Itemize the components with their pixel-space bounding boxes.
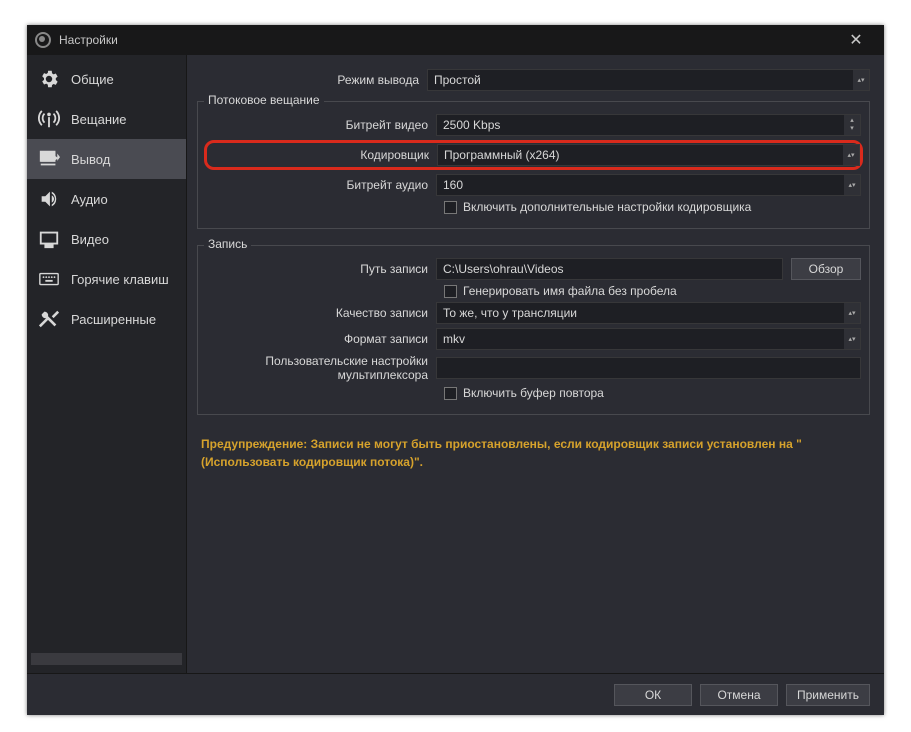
sidebar-item-stream[interactable]: Вещание bbox=[27, 99, 186, 139]
chevron-icon: ▴▾ bbox=[853, 70, 869, 90]
encoder-row-highlighted: Кодировщик Программный (x264) ▴▾ bbox=[204, 140, 863, 170]
advanced-encoder-checkbox-row[interactable]: Включить дополнительные настройки кодиро… bbox=[444, 200, 861, 214]
muxer-label: Пользовательские настройки мультиплексор… bbox=[206, 354, 436, 382]
dialog-footer: ОК Отмена Применить bbox=[27, 673, 884, 715]
encoder-label: Кодировщик bbox=[207, 148, 437, 162]
encoder-select[interactable]: Программный (x264) ▴▾ bbox=[437, 144, 860, 166]
warning-text: Предупреждение: Записи не могут быть при… bbox=[197, 425, 870, 481]
sidebar-item-label: Аудио bbox=[71, 192, 108, 207]
recording-quality-select[interactable]: То же, что у трансляции ▴▾ bbox=[436, 302, 861, 324]
content-panel: Режим вывода Простой ▴▾ Потоковое вещани… bbox=[187, 55, 884, 673]
replay-buffer-checkbox-label: Включить буфер повтора bbox=[463, 386, 604, 400]
keyboard-icon bbox=[37, 267, 61, 291]
replay-buffer-checkbox-row[interactable]: Включить буфер повтора bbox=[444, 386, 861, 400]
gear-icon bbox=[37, 67, 61, 91]
sidebar-item-label: Вывод bbox=[71, 152, 110, 167]
muxer-input[interactable] bbox=[436, 357, 861, 379]
ok-button[interactable]: ОК bbox=[614, 684, 692, 706]
encoder-value: Программный (x264) bbox=[444, 148, 560, 162]
app-icon bbox=[35, 32, 51, 48]
sidebar-item-advanced[interactable]: Расширенные bbox=[27, 299, 186, 339]
output-mode-row: Режим вывода Простой ▴▾ bbox=[197, 69, 870, 91]
checkbox-icon[interactable] bbox=[444, 201, 457, 214]
advanced-encoder-checkbox-label: Включить дополнительные настройки кодиро… bbox=[463, 200, 751, 214]
sidebar-item-general[interactable]: Общие bbox=[27, 59, 186, 99]
recording-path-label: Путь записи bbox=[206, 262, 436, 276]
recording-group-title: Запись bbox=[204, 237, 251, 251]
antenna-icon bbox=[37, 107, 61, 131]
sidebar-item-output[interactable]: Вывод bbox=[27, 139, 186, 179]
video-bitrate-input[interactable]: 2500 Kbps ▴▾ bbox=[436, 114, 861, 136]
sidebar-item-hotkeys[interactable]: Горячие клавиш bbox=[27, 259, 186, 299]
streaming-group: Потоковое вещание Битрейт видео 2500 Kbp… bbox=[197, 101, 870, 229]
recording-path-input[interactable]: C:\Users\ohrau\Videos bbox=[436, 258, 783, 280]
recording-quality-label: Качество записи bbox=[206, 306, 436, 320]
muxer-row: Пользовательские настройки мультиплексор… bbox=[206, 354, 861, 382]
output-mode-label: Режим вывода bbox=[197, 73, 427, 87]
sidebar-scrollbar[interactable] bbox=[31, 653, 182, 665]
audio-icon bbox=[37, 187, 61, 211]
tools-icon bbox=[37, 307, 61, 331]
chevron-icon: ▴▾ bbox=[843, 145, 859, 165]
audio-bitrate-value: 160 bbox=[443, 178, 463, 192]
output-mode-value: Простой bbox=[434, 73, 481, 87]
sidebar-item-label: Видео bbox=[71, 232, 109, 247]
checkbox-icon[interactable] bbox=[444, 387, 457, 400]
video-icon bbox=[37, 227, 61, 251]
sidebar-item-audio[interactable]: Аудио bbox=[27, 179, 186, 219]
video-bitrate-value: 2500 Kbps bbox=[443, 118, 500, 132]
recording-path-value: C:\Users\ohrau\Videos bbox=[443, 262, 564, 276]
spinner-icon[interactable]: ▴▾ bbox=[844, 115, 860, 135]
recording-quality-row: Качество записи То же, что у трансляции … bbox=[206, 302, 861, 324]
recording-group: Запись Путь записи C:\Users\ohrau\Videos… bbox=[197, 245, 870, 415]
video-bitrate-row: Битрейт видео 2500 Kbps ▴▾ bbox=[206, 114, 861, 136]
chevron-icon: ▴▾ bbox=[844, 303, 860, 323]
video-bitrate-label: Битрейт видео bbox=[206, 118, 436, 132]
settings-window: Настройки ✕ Общие Вещание Вывод bbox=[27, 25, 884, 715]
main-area: Общие Вещание Вывод Аудио bbox=[27, 55, 884, 673]
no-space-checkbox-row[interactable]: Генерировать имя файла без пробела bbox=[444, 284, 861, 298]
close-button[interactable]: ✕ bbox=[836, 25, 876, 55]
output-icon bbox=[37, 147, 61, 171]
recording-format-value: mkv bbox=[443, 332, 465, 346]
checkbox-icon[interactable] bbox=[444, 285, 457, 298]
recording-path-row: Путь записи C:\Users\ohrau\Videos Обзор bbox=[206, 258, 861, 280]
streaming-group-title: Потоковое вещание bbox=[204, 93, 324, 107]
chevron-icon: ▴▾ bbox=[844, 329, 860, 349]
browse-button[interactable]: Обзор bbox=[791, 258, 861, 280]
window-title: Настройки bbox=[59, 33, 836, 47]
recording-format-select[interactable]: mkv ▴▾ bbox=[436, 328, 861, 350]
apply-button[interactable]: Применить bbox=[786, 684, 870, 706]
no-space-checkbox-label: Генерировать имя файла без пробела bbox=[463, 284, 677, 298]
audio-bitrate-select[interactable]: 160 ▴▾ bbox=[436, 174, 861, 196]
recording-format-row: Формат записи mkv ▴▾ bbox=[206, 328, 861, 350]
audio-bitrate-row: Битрейт аудио 160 ▴▾ bbox=[206, 174, 861, 196]
chevron-icon: ▴▾ bbox=[844, 175, 860, 195]
sidebar-item-video[interactable]: Видео bbox=[27, 219, 186, 259]
sidebar-item-label: Горячие клавиш bbox=[71, 272, 169, 287]
sidebar-item-label: Вещание bbox=[71, 112, 127, 127]
recording-format-label: Формат записи bbox=[206, 332, 436, 346]
recording-quality-value: То же, что у трансляции bbox=[443, 306, 577, 320]
sidebar-item-label: Расширенные bbox=[71, 312, 156, 327]
output-mode-select[interactable]: Простой ▴▾ bbox=[427, 69, 870, 91]
titlebar: Настройки ✕ bbox=[27, 25, 884, 55]
sidebar-item-label: Общие bbox=[71, 72, 114, 87]
cancel-button[interactable]: Отмена bbox=[700, 684, 778, 706]
audio-bitrate-label: Битрейт аудио bbox=[206, 178, 436, 192]
sidebar: Общие Вещание Вывод Аудио bbox=[27, 55, 187, 673]
